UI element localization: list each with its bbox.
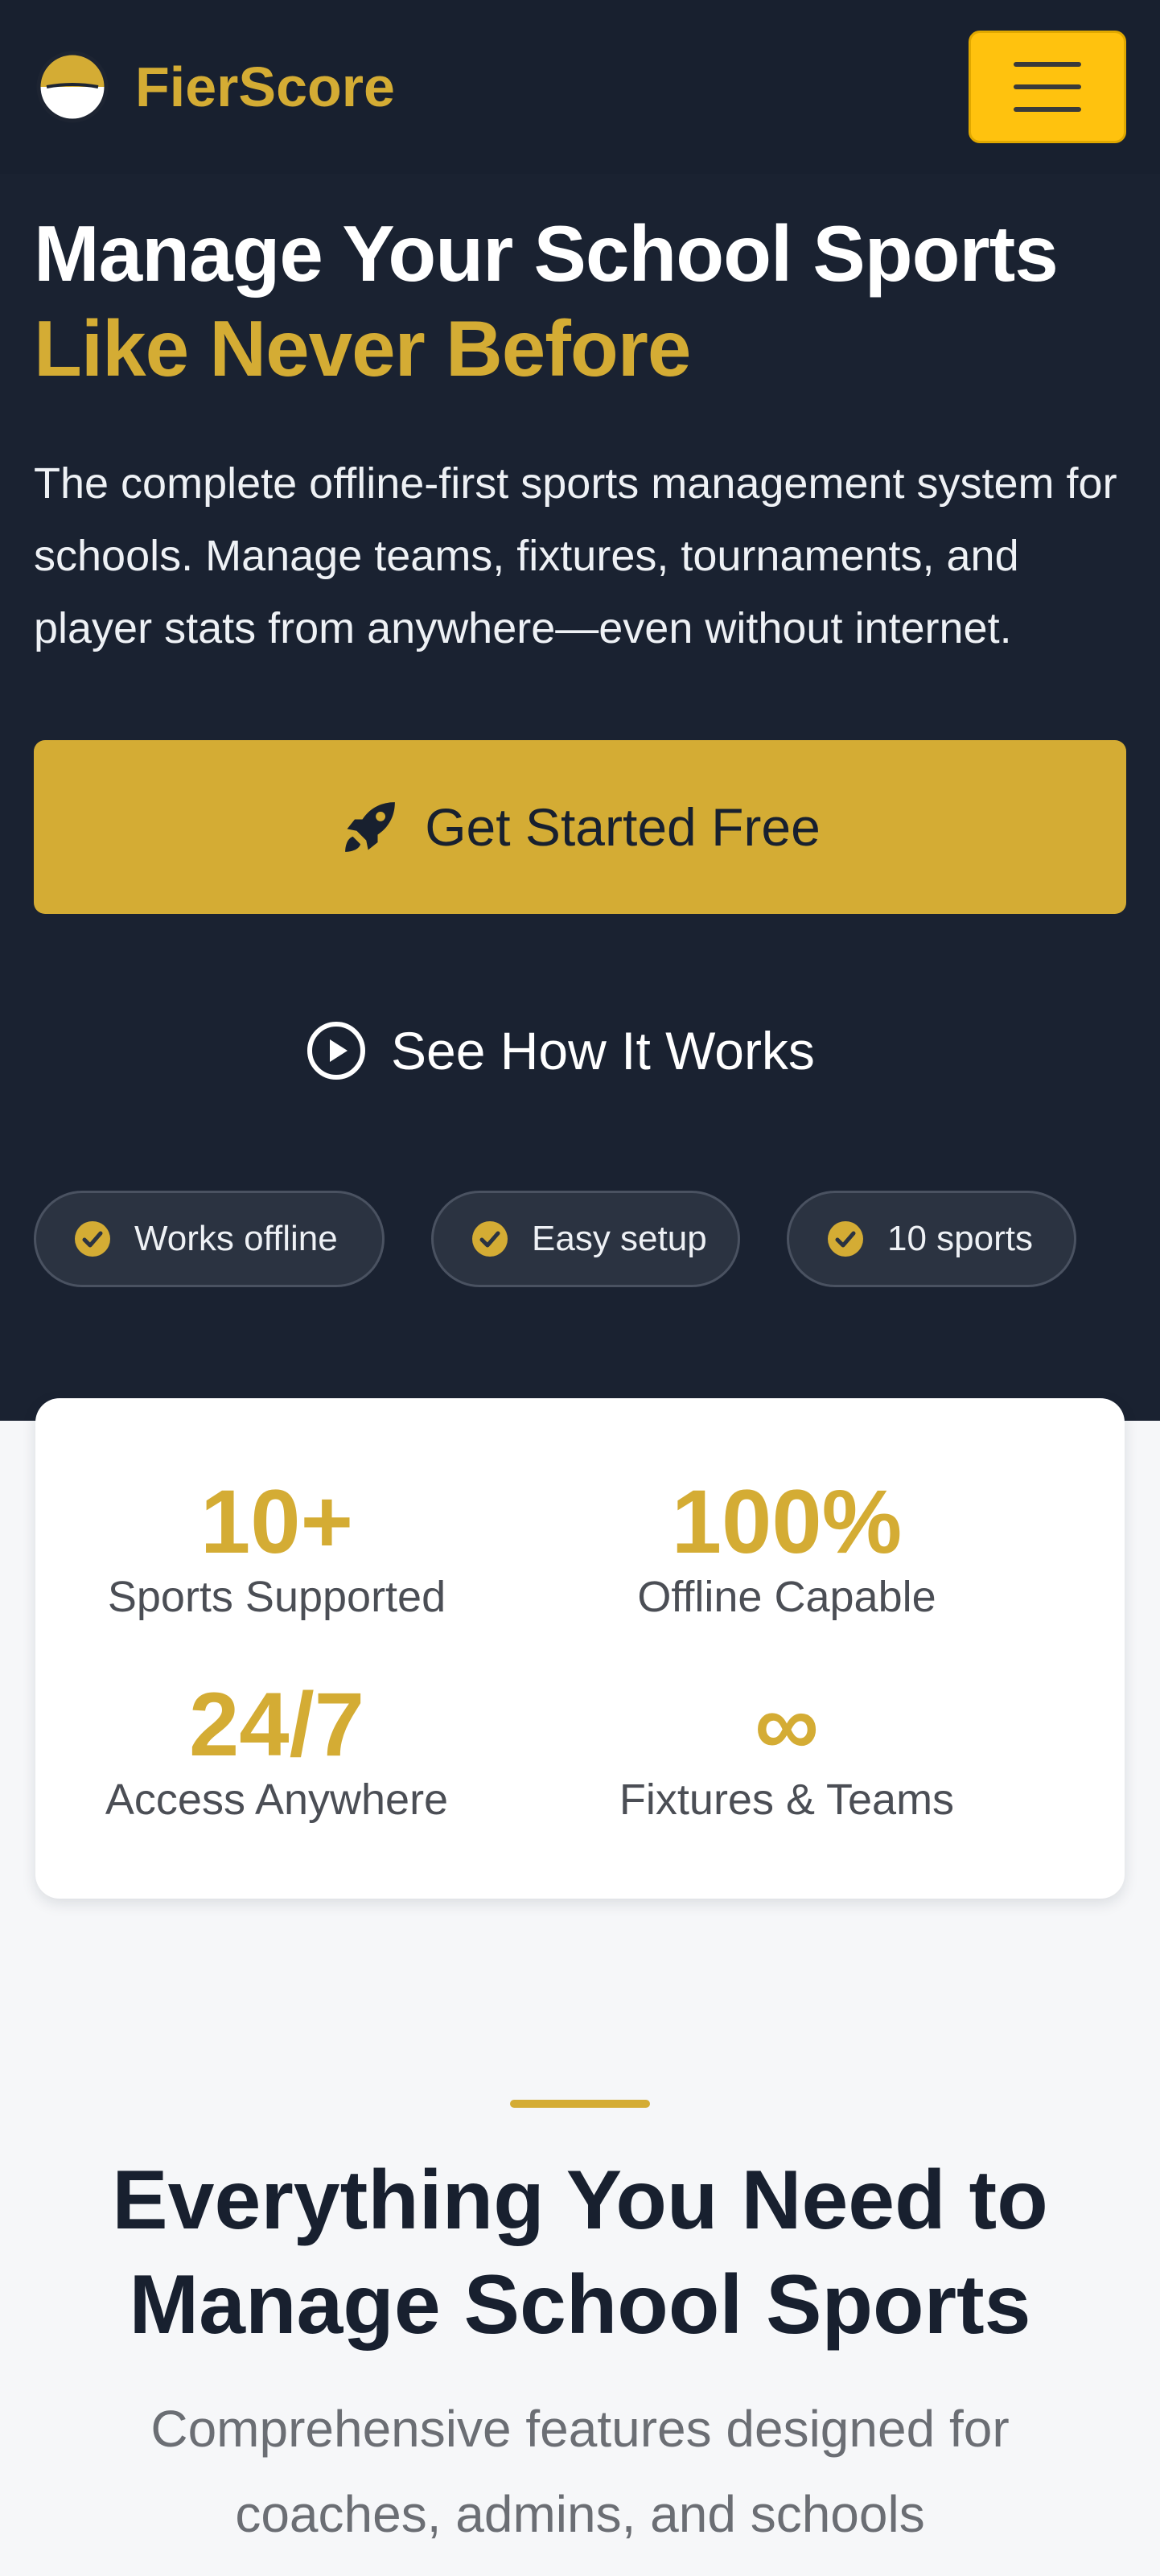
stat-item: 24/7 Access Anywhere <box>35 1677 518 1826</box>
badge-easy-setup: Easy setup <box>431 1191 740 1287</box>
hamburger-menu-icon <box>1014 62 1081 67</box>
play-circle-icon <box>307 1022 365 1080</box>
rocket-icon <box>345 802 396 852</box>
badge-label: Works offline <box>134 1219 338 1258</box>
stat-value: ∞ <box>755 1674 819 1775</box>
stat-label: Sports Supported <box>107 1573 446 1621</box>
stat-value: 24/7 <box>189 1674 364 1775</box>
badge-10-sports: 10 sports <box>787 1191 1076 1287</box>
stat-value: 100% <box>671 1471 903 1572</box>
stats-card: 10+ Sports Supported 100% Offline Capabl… <box>35 1398 1125 1899</box>
brand-name: FierScore <box>135 56 395 118</box>
see-how-it-works-button[interactable]: See How It Works <box>306 1002 815 1099</box>
see-how-it-works-label: See How It Works <box>391 1021 815 1080</box>
stat-label: Offline Capable <box>637 1573 936 1621</box>
check-circle-icon <box>75 1221 110 1257</box>
section-divider <box>510 2100 650 2108</box>
stat-item: ∞ Fixtures & Teams <box>545 1677 1028 1826</box>
badge-label: Easy setup <box>532 1219 707 1258</box>
hero-title-line1: Manage Your School Sports <box>34 209 1059 298</box>
stat-item: 100% Offline Capable <box>545 1474 1028 1623</box>
stat-label: Fixtures & Teams <box>619 1776 955 1824</box>
stat-item: 10+ Sports Supported <box>35 1474 518 1623</box>
check-circle-icon <box>472 1221 508 1257</box>
features-subtitle: Comprehensive features designed for coac… <box>150 2400 1010 2543</box>
get-started-button[interactable]: Get Started Free <box>34 740 1126 914</box>
hero-title-line2: Like Never Before <box>34 304 691 393</box>
features-section: Everything You Need to Manage School Spo… <box>0 1899 1160 2576</box>
badge-label: 10 sports <box>887 1219 1033 1258</box>
half-sun-circle-icon <box>36 51 109 123</box>
hamburger-menu-icon-bar <box>1014 84 1081 89</box>
hamburger-menu-button[interactable] <box>969 31 1126 143</box>
hero-description: The complete offline-first sports manage… <box>34 459 1117 652</box>
stat-value: 10+ <box>200 1471 353 1572</box>
hero-title: Manage Your School Sports Like Never Bef… <box>34 206 1059 396</box>
badge-works-offline: Works offline <box>34 1191 385 1287</box>
hamburger-menu-icon-bar <box>1014 107 1081 112</box>
get-started-label: Get Started Free <box>425 797 821 857</box>
check-circle-icon <box>828 1221 863 1257</box>
hero-section: Manage Your School Sports Like Never Bef… <box>0 174 1160 1421</box>
top-navbar: FierScore <box>0 0 1160 174</box>
stat-label: Access Anywhere <box>105 1776 449 1824</box>
features-title: Everything You Need to Manage School Spo… <box>112 2154 1048 2352</box>
brand-logo-link[interactable]: FierScore <box>35 50 395 124</box>
